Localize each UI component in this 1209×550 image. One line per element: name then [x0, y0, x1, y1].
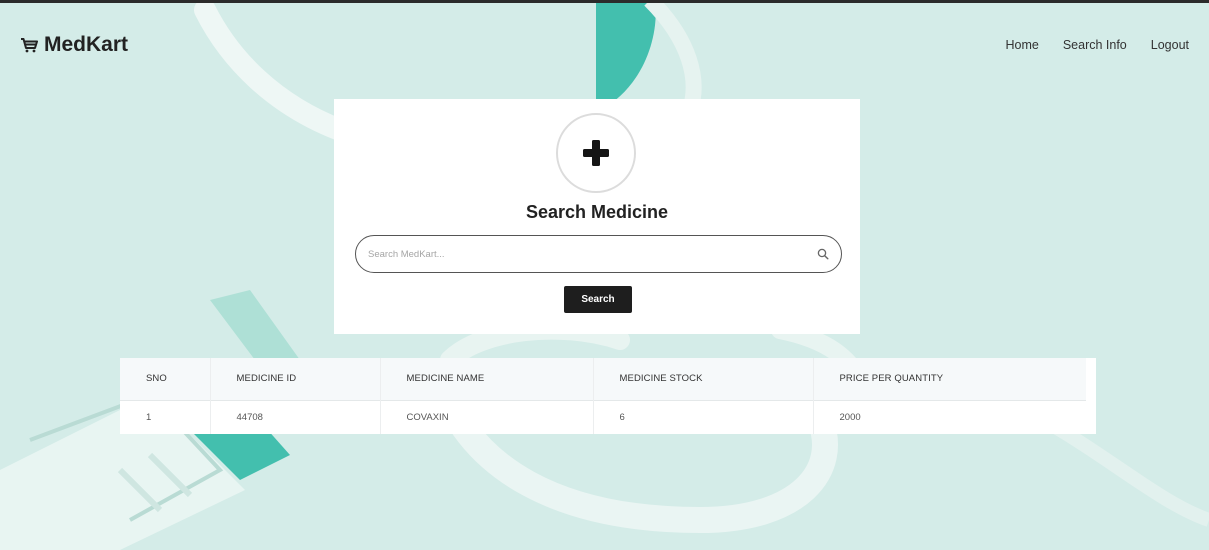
cell-medicine-stock: 6 [592, 400, 813, 434]
cell-sno: 1 [146, 411, 152, 423]
table-header-row: SNO MEDICINE ID MEDICINE NAME MEDICINE S… [120, 358, 1086, 400]
search-input[interactable] [368, 245, 798, 263]
nav-home[interactable]: Home [993, 38, 1050, 52]
cart-icon [20, 37, 38, 53]
search-box [355, 235, 842, 273]
column-header-medicine-stock: MEDICINE STOCK [592, 358, 813, 400]
table-row: 1 44708 COVAXIN 6 2000 [120, 400, 1086, 434]
column-header-price: PRICE PER QUANTITY [812, 358, 1086, 400]
cell-medicine-name: COVAXIN [379, 400, 593, 434]
search-icon[interactable] [817, 247, 829, 265]
medicine-table: SNO MEDICINE ID MEDICINE NAME MEDICINE S… [120, 358, 1096, 434]
nav-logout[interactable]: Logout [1139, 38, 1201, 52]
column-header-sno: SNO [146, 373, 167, 385]
column-header-medicine-id: MEDICINE ID [209, 358, 380, 400]
search-button[interactable]: Search [564, 286, 632, 313]
top-border [0, 0, 1209, 3]
brand-logo[interactable]: MedKart [20, 33, 128, 57]
cell-medicine-id: 44708 [209, 400, 380, 434]
nav-search-info[interactable]: Search Info [1051, 38, 1139, 52]
search-card: Search Medicine Search [334, 99, 860, 334]
column-header-medicine-name: MEDICINE NAME [379, 358, 593, 400]
navbar: MedKart Home Search Info Logout [0, 3, 1209, 83]
brand-name: MedKart [44, 33, 129, 56]
page-title: Search Medicine [525, 202, 669, 222]
cell-price: 2000 [812, 400, 1086, 434]
plus-icon [556, 113, 636, 193]
nav-links: Home Search Info Logout [993, 38, 1201, 52]
